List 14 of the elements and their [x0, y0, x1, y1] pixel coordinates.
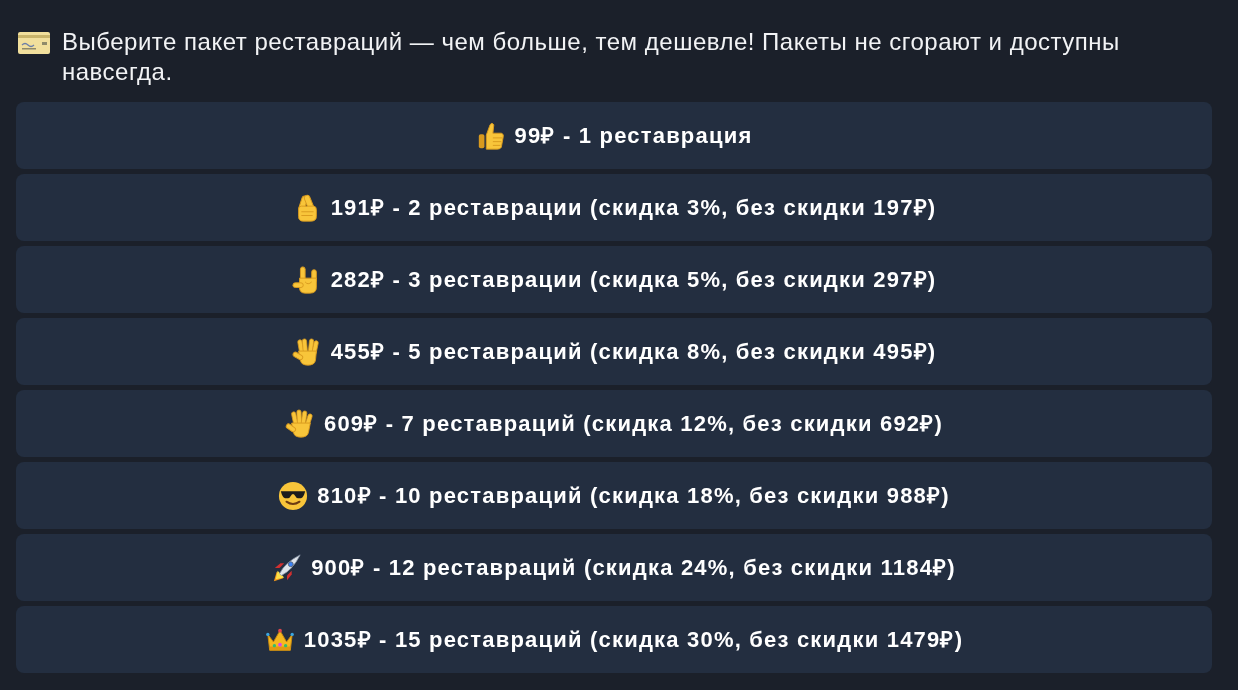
- package-button[interactable]: 810₽ - 10 реставраций (скидка 18%, без скидки 988₽): [16, 462, 1212, 529]
- rocket-icon: [272, 552, 303, 583]
- package-button[interactable]: 455₽ - 5 реставраций (скидка 8%, без скидки 495₽): [16, 318, 1212, 385]
- vulcan-salute-icon: [291, 336, 322, 367]
- package-button[interactable]: 99₽ - 1 реставрация: [16, 102, 1212, 169]
- package-button[interactable]: 900₽ - 12 реставраций (скидка 24%, без скидки 1184₽): [16, 534, 1212, 601]
- package-button[interactable]: 282₽ - 3 реставрации (скидка 5%, без скидки 297₽): [16, 246, 1212, 313]
- package-button[interactable]: 1035₽ - 15 реставраций (скидка 30%, без скидки 1479₽): [16, 606, 1212, 673]
- message-text: Выберите пакет реставраций — чем больше, тем дешевле! Пакеты не сгорают и доступны навсегда.: [62, 27, 1121, 87]
- sunglasses-face-icon: [278, 480, 309, 511]
- raised-hand-icon: [284, 408, 315, 439]
- credit-card-icon: [18, 32, 50, 54]
- package-button[interactable]: 609₽ - 7 реставраций (скидка 12%, без скидки 692₽): [16, 390, 1212, 457]
- package-button[interactable]: 191₽ - 2 реставрации (скидка 3%, без скидки 197₽): [16, 174, 1212, 241]
